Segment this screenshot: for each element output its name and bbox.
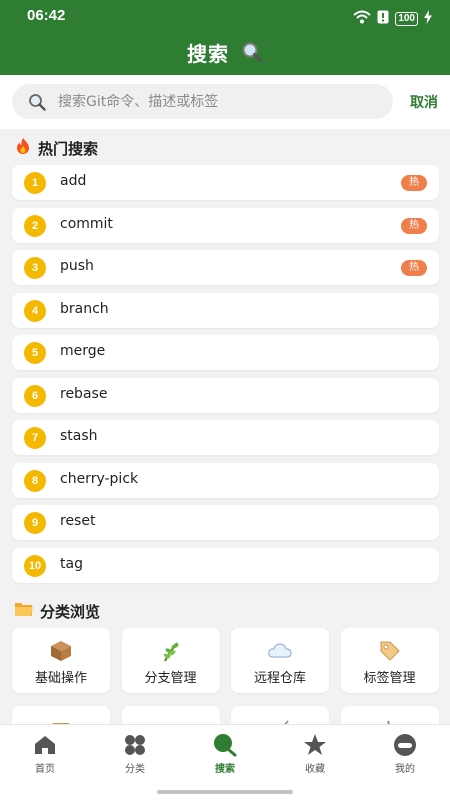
command-label: reset xyxy=(60,513,96,529)
profile-icon xyxy=(360,733,450,757)
page-title: 搜索 xyxy=(0,38,450,68)
category-section-title: 分类浏览 xyxy=(14,600,100,622)
category-branch-mgmt[interactable]: 分支管理 xyxy=(121,628,220,693)
rank-badge: 1 xyxy=(24,172,46,194)
nav-search[interactable]: 搜索 xyxy=(180,733,270,775)
nav-profile[interactable]: 我的 xyxy=(360,733,450,775)
rank-badge: 7 xyxy=(24,427,46,449)
rank-badge: 5 xyxy=(24,342,46,364)
command-label: merge xyxy=(60,343,106,359)
folder-icon xyxy=(14,600,34,622)
rank-badge: 4 xyxy=(24,299,46,322)
charging-icon xyxy=(424,9,432,28)
hot-item-merge[interactable]: 5 merge xyxy=(12,335,439,370)
hot-badge: 热 xyxy=(401,175,427,191)
wifi-icon xyxy=(353,9,371,28)
status-bar: 06:42 100 xyxy=(0,0,450,34)
nav-home[interactable]: 首页 xyxy=(0,733,90,775)
cloud-icon xyxy=(231,639,329,663)
alert-icon xyxy=(377,9,389,28)
nav-favorites[interactable]: 收藏 xyxy=(270,733,360,775)
command-label: rebase xyxy=(60,385,108,402)
bottom-nav: 首页 分类 搜索 收藏 我的 xyxy=(0,724,450,800)
hot-item-cherry-pick[interactable]: 8 cherry-pick xyxy=(12,462,439,498)
package-icon xyxy=(12,639,110,663)
category-tag-mgmt[interactable]: 标签管理 xyxy=(340,628,439,693)
cancel-button[interactable]: 取消 xyxy=(410,92,438,112)
fire-icon xyxy=(14,137,32,159)
command-label: add xyxy=(60,173,87,189)
hot-badge: 热 xyxy=(401,260,427,276)
rank-badge: 8 xyxy=(24,469,46,492)
hot-section-title: 热门搜索 xyxy=(14,137,98,159)
hot-item-push[interactable]: 3 push 热 xyxy=(12,250,439,285)
command-label: commit xyxy=(60,215,113,232)
category-icon xyxy=(90,733,180,757)
tag-icon xyxy=(341,639,439,663)
category-basic-ops[interactable]: 基础操作 xyxy=(12,628,110,693)
rank-badge: 2 xyxy=(24,214,46,237)
hot-item-add[interactable]: 1 add 热 xyxy=(12,165,439,200)
home-icon xyxy=(0,733,90,757)
search-icon xyxy=(28,93,46,115)
search-box xyxy=(12,84,393,119)
app-header: 06:42 100 搜索 xyxy=(0,0,450,75)
rank-badge: 10 xyxy=(24,554,46,577)
hot-item-branch[interactable]: 4 branch xyxy=(12,292,439,328)
command-label: push xyxy=(60,258,94,274)
command-label: branch xyxy=(60,300,109,317)
rank-badge: 6 xyxy=(24,384,46,407)
hot-badge: 热 xyxy=(401,217,427,234)
hot-item-tag[interactable]: 10 tag xyxy=(12,547,439,583)
rank-badge: 3 xyxy=(24,257,46,279)
hot-item-rebase[interactable]: 6 rebase xyxy=(12,377,439,413)
command-label: tag xyxy=(60,555,83,572)
hot-item-stash[interactable]: 7 stash xyxy=(12,420,439,455)
hot-search-list: 1 add 热 2 commit 热 3 push 热 4 branch 5 m… xyxy=(12,165,439,590)
hot-item-reset[interactable]: 9 reset xyxy=(12,505,439,540)
search-bar: 取消 xyxy=(0,75,450,129)
hot-item-commit[interactable]: 2 commit 热 xyxy=(12,207,439,243)
status-icons: 100 xyxy=(353,9,432,28)
status-time: 06:42 xyxy=(27,7,66,24)
herb-icon xyxy=(122,639,220,663)
rank-badge: 9 xyxy=(24,512,46,534)
magnifier-icon xyxy=(241,41,263,68)
command-label: stash xyxy=(60,428,98,444)
search-nav-icon xyxy=(180,733,270,757)
star-icon xyxy=(270,733,360,757)
category-remote-repo[interactable]: 远程仓库 xyxy=(231,628,329,693)
command-label: cherry-pick xyxy=(60,470,139,487)
search-input[interactable] xyxy=(58,84,378,119)
home-indicator xyxy=(157,790,293,794)
nav-category[interactable]: 分类 xyxy=(90,733,180,775)
battery-indicator: 100 xyxy=(395,11,418,26)
